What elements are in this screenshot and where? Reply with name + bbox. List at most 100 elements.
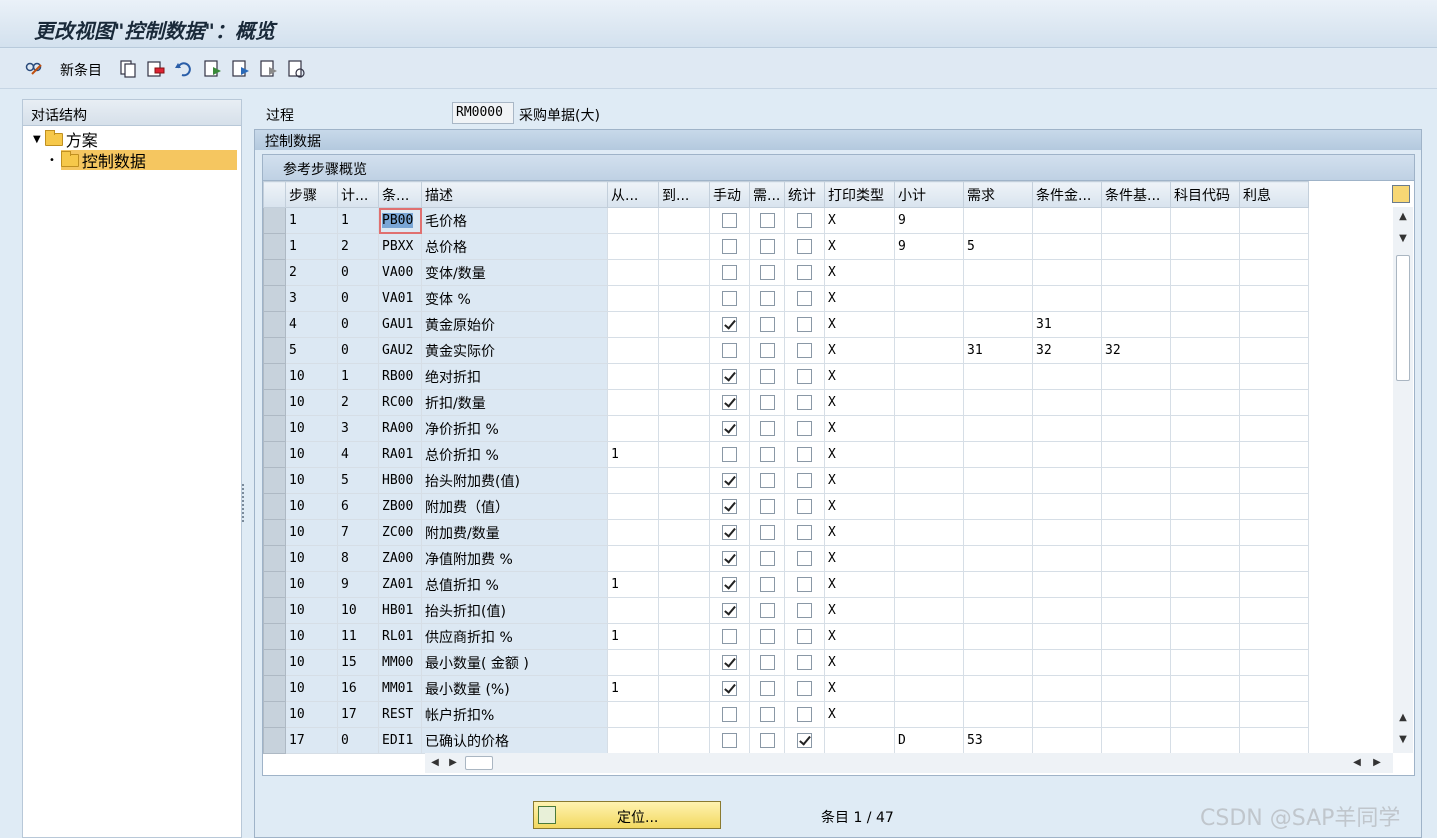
checkbox[interactable] (797, 213, 812, 228)
desc-cell[interactable]: 最小数量 (%) (421, 675, 608, 702)
accr-cell[interactable] (1239, 727, 1309, 754)
checkbox[interactable] (797, 655, 812, 670)
manual-checkbox-cell[interactable] (709, 389, 750, 416)
from-cell[interactable] (607, 727, 659, 754)
step-cell[interactable]: 10 (285, 493, 338, 520)
stat-checkbox-cell[interactable] (784, 233, 825, 260)
requirement-cell[interactable] (963, 389, 1033, 416)
checkbox[interactable] (722, 447, 737, 462)
undo-icon[interactable] (174, 59, 194, 79)
desc-cell[interactable]: 最小数量( 金额 ) (421, 649, 608, 676)
step-cell[interactable]: 10 (285, 597, 338, 624)
acct-cell[interactable] (1170, 649, 1240, 676)
acct-cell[interactable] (1170, 363, 1240, 390)
checkbox[interactable] (722, 317, 737, 332)
counter-cell[interactable]: 1 (337, 207, 379, 234)
to-cell[interactable] (658, 675, 710, 702)
acct-cell[interactable] (1170, 597, 1240, 624)
checkbox[interactable] (722, 681, 737, 696)
scroll-right-icon[interactable]: ▶ (445, 755, 461, 771)
accr-cell[interactable] (1239, 207, 1309, 234)
from-cell[interactable]: 1 (607, 623, 659, 650)
print-cell[interactable]: X (824, 259, 895, 286)
ctype-cell[interactable]: PB00 (378, 207, 422, 234)
print-cell[interactable]: X (824, 545, 895, 572)
accr-cell[interactable] (1239, 597, 1309, 624)
cond_base-cell[interactable] (1101, 233, 1171, 260)
checkbox[interactable] (759, 707, 775, 722)
desc-cell[interactable]: 抬头折扣(值) (421, 597, 608, 624)
from-cell[interactable] (607, 493, 659, 520)
subtotal-cell[interactable] (894, 467, 964, 494)
table-row[interactable]: 10 7 ZC00 附加费/数量 X (263, 519, 1309, 546)
accr-cell[interactable] (1239, 467, 1309, 494)
manual-checkbox-cell[interactable] (709, 571, 750, 598)
ctype-cell[interactable]: HB00 (378, 467, 422, 494)
acct-cell[interactable] (1170, 233, 1240, 260)
ctype-cell[interactable]: VA00 (378, 259, 422, 286)
desc-cell[interactable]: 总值折扣 % (421, 571, 608, 598)
manual-checkbox-cell[interactable] (709, 233, 750, 260)
acct-cell[interactable] (1170, 545, 1240, 572)
checkbox[interactable] (759, 369, 775, 384)
checkbox[interactable] (759, 577, 775, 592)
stat-checkbox-cell[interactable] (784, 415, 825, 442)
checkbox[interactable] (759, 499, 775, 514)
checkbox[interactable] (722, 603, 737, 618)
ctype-cell[interactable]: MM01 (378, 675, 422, 702)
acct-cell[interactable] (1170, 519, 1240, 546)
stat-checkbox-cell[interactable] (784, 545, 825, 572)
requirement-cell[interactable]: 53 (963, 727, 1033, 754)
acct-cell[interactable] (1170, 467, 1240, 494)
checkbox[interactable] (722, 629, 737, 644)
step-cell[interactable]: 10 (285, 467, 338, 494)
ctype-cell[interactable]: RA00 (378, 415, 422, 442)
acct-cell[interactable] (1170, 675, 1240, 702)
cond_amt-cell[interactable] (1032, 701, 1102, 728)
print-cell[interactable]: X (824, 233, 895, 260)
checkbox[interactable] (797, 681, 812, 696)
cond_base-cell[interactable]: 32 (1101, 337, 1171, 364)
counter-cell[interactable]: 2 (337, 233, 379, 260)
column-header[interactable]: 条件金... (1032, 181, 1102, 208)
to-cell[interactable] (658, 207, 710, 234)
counter-cell[interactable]: 11 (337, 623, 379, 650)
to-cell[interactable] (658, 519, 710, 546)
requirement-cell[interactable]: 5 (963, 233, 1033, 260)
acct-cell[interactable] (1170, 415, 1240, 442)
checkbox[interactable] (722, 707, 737, 722)
cond_amt-cell[interactable] (1032, 623, 1102, 650)
stat-checkbox-cell[interactable] (784, 675, 825, 702)
hscroll-thumb[interactable] (465, 756, 493, 770)
print-cell[interactable]: X (824, 363, 895, 390)
counter-cell[interactable]: 0 (337, 311, 379, 338)
checkbox[interactable] (722, 395, 737, 410)
checkbox[interactable] (722, 499, 737, 514)
checkbox[interactable] (722, 213, 737, 228)
accr-cell[interactable] (1239, 701, 1309, 728)
stat-checkbox-cell[interactable] (784, 467, 825, 494)
column-header[interactable]: 打印类型 (824, 181, 895, 208)
acct-cell[interactable] (1170, 727, 1240, 754)
desc-cell[interactable]: 变体 % (421, 285, 608, 312)
acct-cell[interactable] (1170, 285, 1240, 312)
cond_base-cell[interactable] (1101, 675, 1171, 702)
checkbox[interactable] (722, 265, 737, 280)
print-cell[interactable]: X (824, 285, 895, 312)
req-checkbox-cell[interactable] (749, 259, 785, 286)
column-header[interactable]: 利息 (1239, 181, 1309, 208)
cond_amt-cell[interactable] (1032, 233, 1102, 260)
ctype-cell[interactable]: ZA01 (378, 571, 422, 598)
counter-cell[interactable]: 17 (337, 701, 379, 728)
accr-cell[interactable] (1239, 623, 1309, 650)
cond_base-cell[interactable] (1101, 285, 1171, 312)
checkbox[interactable] (797, 291, 812, 306)
ctype-cell[interactable]: RA01 (378, 441, 422, 468)
cond_amt-cell[interactable] (1032, 649, 1102, 676)
checkbox[interactable] (797, 473, 812, 488)
ctype-cell[interactable]: VA01 (378, 285, 422, 312)
cond_base-cell[interactable] (1101, 493, 1171, 520)
print-cell[interactable]: X (824, 207, 895, 234)
acct-cell[interactable] (1170, 493, 1240, 520)
to-cell[interactable] (658, 233, 710, 260)
